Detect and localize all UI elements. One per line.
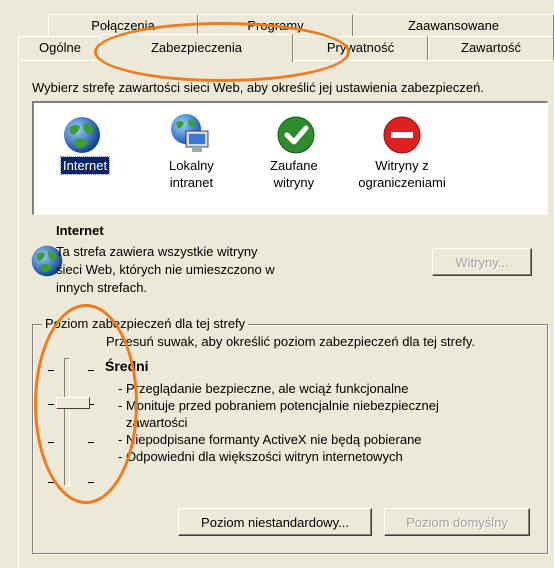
internet-options-dialog: Połączenia Programy Zaawansowane Ogólne … (0, 0, 554, 568)
tab-general[interactable]: Ogólne (18, 36, 102, 60)
security-tab-pane (18, 60, 554, 568)
tab-connections[interactable]: Połączenia (48, 14, 198, 36)
tab-programs[interactable]: Programy (198, 14, 353, 36)
tab-security[interactable]: Zabezpieczenia (100, 34, 293, 62)
tab-advanced[interactable]: Zaawansowane (353, 14, 554, 36)
tab-content[interactable]: Zawartość (428, 36, 554, 60)
tab-privacy[interactable]: Prywatność (293, 36, 428, 60)
